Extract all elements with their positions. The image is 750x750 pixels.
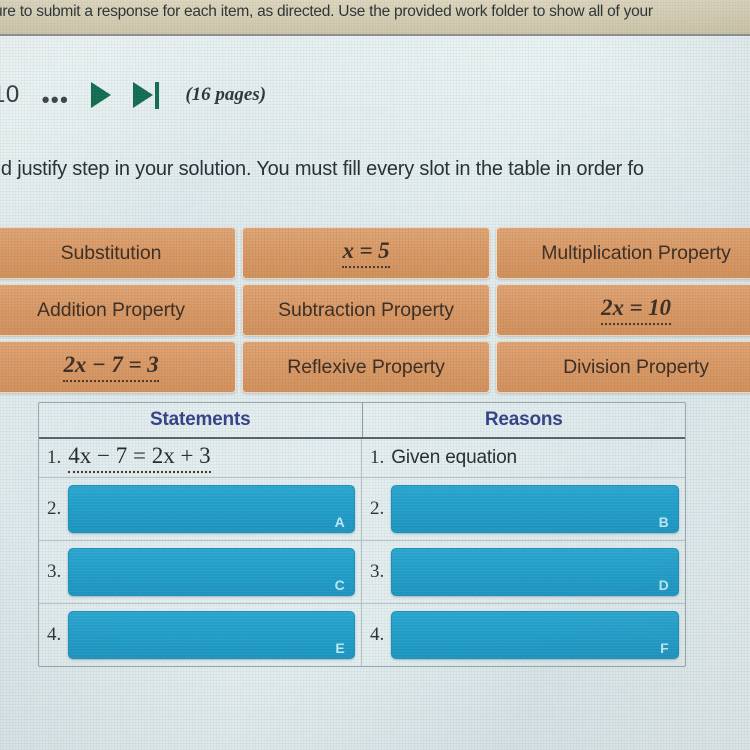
reason-drop-slot[interactable]: B — [391, 485, 679, 533]
draggable-tile[interactable]: Subtraction Property — [242, 284, 490, 336]
drop-slot-letter: D — [658, 577, 669, 593]
drop-slot-letter: F — [660, 640, 669, 656]
row-number: 1. — [47, 447, 62, 468]
reason-label: Given equation — [391, 447, 517, 468]
top-instruction-band: ure to submit a response for each item, … — [0, 0, 750, 36]
drop-slot-letter: A — [334, 514, 345, 530]
table-row: 3. C 3. D — [39, 541, 685, 604]
row-number: 1. — [370, 447, 385, 468]
tile-label: x = 5 — [342, 238, 390, 268]
table-row: 2. A 2. B — [39, 478, 685, 541]
statement-cell: 3. C — [39, 541, 362, 603]
draggable-tile[interactable]: Substitution — [0, 227, 236, 279]
reason-cell: 2. B — [362, 478, 685, 540]
table-row: 4. E 4. F — [39, 604, 685, 666]
table-header-row: Statements Reasons — [39, 403, 685, 439]
statement-equation: 4x − 7 = 2x + 3 — [68, 443, 211, 473]
play-triangle-icon — [91, 82, 112, 108]
tile-bank-row: Substitution x = 5 Multiplication Proper… — [0, 227, 750, 279]
column-header-statements: Statements — [39, 403, 363, 437]
reason-cell: 4. F — [362, 604, 685, 666]
draggable-tile[interactable]: Reflexive Property — [242, 341, 490, 393]
reason-drop-slot[interactable]: F — [391, 611, 679, 659]
draggable-tile[interactable]: 2x − 7 = 3 — [0, 341, 236, 393]
column-header-reasons: Reasons — [484, 409, 563, 430]
draggable-tile-bank: Substitution x = 5 Multiplication Proper… — [0, 227, 750, 398]
tile-label: Reflexive Property — [287, 355, 445, 378]
last-page-button[interactable] — [133, 81, 160, 109]
skip-to-end-bar-icon — [155, 81, 160, 109]
drop-slot-letter: B — [658, 514, 669, 530]
row-number: 3. — [47, 561, 62, 582]
statement-cell: 1. 4x − 7 = 2x + 3 — [39, 439, 362, 477]
pagination-toolbar: 10 ••• (16 pages) — [0, 72, 420, 118]
draggable-tile[interactable]: Division Property — [496, 341, 750, 393]
tile-label: Addition Property — [37, 298, 185, 321]
row-number: 2. — [47, 498, 62, 519]
statement-drop-slot[interactable]: C — [68, 548, 355, 596]
statement-cell: 2. A — [39, 478, 362, 540]
row-number: 4. — [47, 624, 62, 645]
row-number: 3. — [370, 561, 385, 582]
tile-bank-row: Addition Property Subtraction Property 2… — [0, 284, 750, 336]
reason-cell: 3. D — [362, 541, 685, 603]
draggable-tile[interactable]: 2x = 10 — [496, 284, 750, 336]
draggable-tile[interactable]: Addition Property — [0, 284, 236, 336]
tile-label: Substitution — [60, 241, 162, 264]
total-pages-label: (16 pages) — [185, 84, 267, 105]
table-row: 1. 4x − 7 = 2x + 3 1. Given equation — [39, 439, 685, 478]
tile-label: Subtraction Property — [278, 298, 454, 321]
tile-label: Multiplication Property — [541, 241, 731, 264]
statement-drop-slot[interactable]: A — [68, 485, 355, 533]
drop-slot-letter: C — [334, 577, 345, 593]
two-column-proof-table: Statements Reasons 1. 4x − 7 = 2x + 3 1.… — [38, 402, 686, 667]
reason-cell: 1. Given equation — [362, 439, 685, 477]
tile-label: Division Property — [563, 355, 709, 378]
current-page-number: 10 — [0, 81, 20, 108]
draggable-tile[interactable]: Multiplication Property — [496, 227, 750, 279]
skip-to-end-icon — [133, 82, 154, 108]
tile-label: 2x − 7 = 3 — [63, 352, 159, 382]
top-instruction-text: ure to submit a response for each item, … — [0, 3, 653, 20]
row-number: 2. — [370, 498, 385, 519]
tile-label: 2x = 10 — [601, 295, 671, 325]
statement-cell: 4. E — [39, 604, 362, 666]
activity-instruction-text: nd justify step in your solution. You mu… — [0, 158, 644, 180]
tile-bank-row: 2x − 7 = 3 Reflexive Property Division P… — [0, 341, 750, 393]
row-number: 4. — [370, 624, 385, 645]
next-page-button[interactable] — [91, 82, 112, 108]
more-pages-ellipsis-button[interactable]: ••• — [42, 89, 70, 111]
page-canvas: ure to submit a response for each item, … — [0, 0, 750, 750]
drop-slot-letter: E — [335, 640, 345, 656]
reason-drop-slot[interactable]: D — [391, 548, 679, 596]
statement-drop-slot[interactable]: E — [68, 611, 355, 659]
draggable-tile[interactable]: x = 5 — [242, 227, 490, 279]
